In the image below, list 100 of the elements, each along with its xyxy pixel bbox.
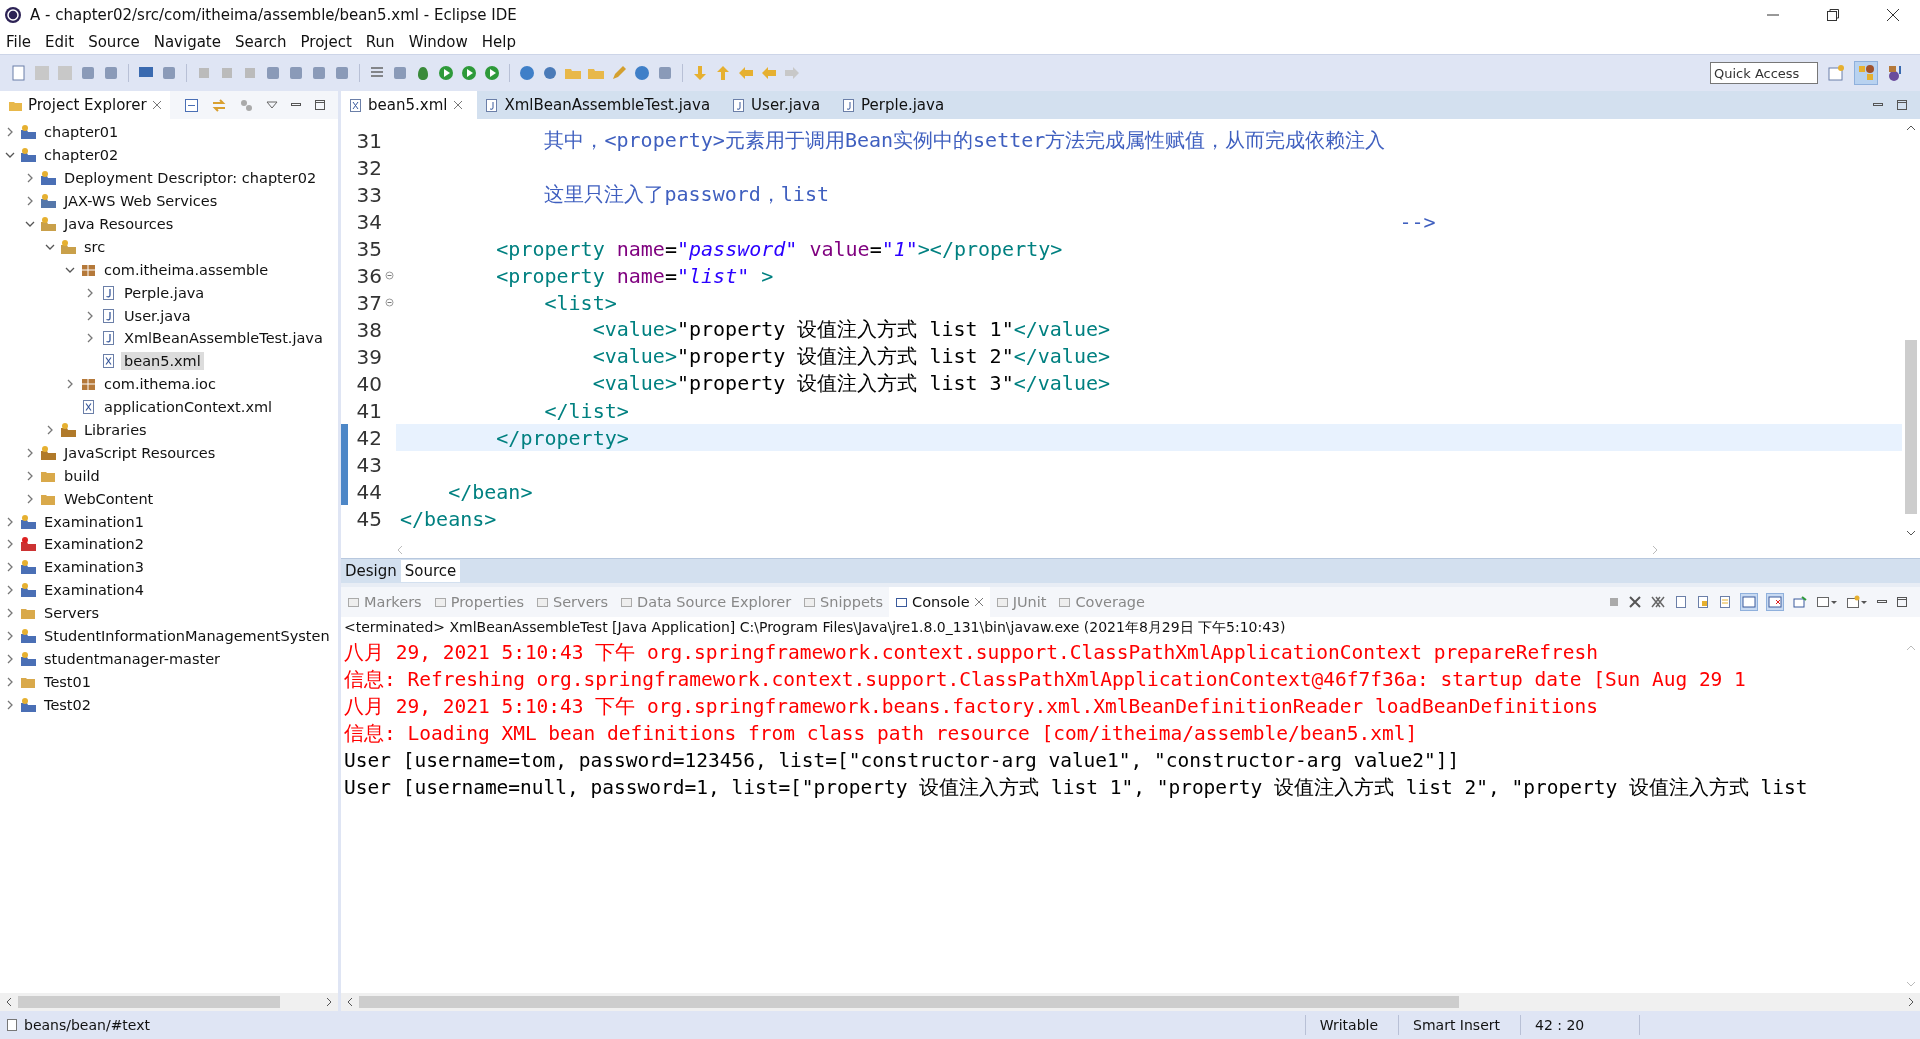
line-number: 37 (355, 290, 382, 315)
remove-all-icon[interactable] (1650, 595, 1666, 609)
file-icon (842, 97, 856, 113)
toolbar-run-icon[interactable] (437, 64, 455, 82)
java-ee-perspective-icon[interactable] (1854, 61, 1878, 85)
line-number: 35 (355, 236, 382, 261)
new-console-icon[interactable] (1846, 595, 1868, 609)
toolbar-tool-icon[interactable] (160, 64, 178, 82)
toolbar-globe-icon[interactable] (518, 64, 536, 82)
tree-item[interactable]: Servers (41, 604, 103, 623)
tree-item[interactable]: Examination3 (41, 558, 147, 577)
fold-icon[interactable] (384, 271, 394, 280)
menu-item[interactable]: Project (300, 33, 352, 51)
view-tab[interactable]: Console (889, 587, 990, 617)
tree-item[interactable]: Test01 (41, 672, 94, 691)
toolbar-tool-icon[interactable] (310, 64, 328, 82)
code-line: <value>"property 设值注入方式 list 2"</value> (591, 343, 1111, 370)
tree-item[interactable]: StudentInformationManagementSysten (41, 627, 333, 646)
quick-access-field[interactable]: Quick Access (1710, 62, 1818, 84)
project-explorer-tab[interactable]: Project Explorer (0, 91, 170, 119)
scroll-left-icon[interactable] (4, 997, 14, 1007)
tree-item[interactable]: Deployment Descriptor: chapter02 (61, 169, 320, 188)
status-insert-mode: Smart Insert (1398, 1015, 1514, 1035)
editor-mode-tab[interactable]: Design (341, 560, 401, 582)
menu-item[interactable]: Search (235, 33, 287, 51)
tree-item[interactable]: JAX-WS Web Services (61, 192, 221, 211)
tree-item[interactable]: User.java (121, 306, 194, 325)
remove-launch-icon[interactable] (1628, 595, 1642, 609)
tree-item[interactable]: com.itheima.assemble (101, 260, 272, 279)
menu-item[interactable]: File (6, 33, 32, 51)
tree-item[interactable]: src (81, 237, 109, 256)
project-icon (20, 147, 37, 164)
tree-item[interactable]: WebContent (61, 489, 157, 508)
tree-item[interactable]: studentmanager-master (41, 649, 224, 668)
tree-item[interactable]: bean5.xml (121, 352, 204, 371)
tree-item[interactable]: Examination2 (41, 535, 147, 554)
tree-item[interactable]: Examination4 (41, 581, 147, 600)
tree-item[interactable]: Perple.java (121, 283, 208, 302)
editor-mode-tab[interactable]: Source (400, 560, 461, 582)
scroll-right-icon[interactable] (324, 997, 334, 1007)
toolbar-tool-icon[interactable] (333, 64, 351, 82)
console-line: 八月 29, 2021 5:10:43 下午 org.springframework.context.support.ClassPathXmlApplicationContext prepareRefresh (344, 640, 1599, 666)
maximize-icon[interactable] (1826, 8, 1840, 22)
line-number: 44 (355, 479, 382, 504)
tree-item[interactable]: Test02 (41, 695, 94, 714)
tree-item[interactable]: Libraries (81, 421, 150, 439)
fold-icon[interactable] (384, 298, 394, 307)
display-console-icon[interactable] (1816, 595, 1838, 609)
project-icon (20, 124, 37, 141)
project-icon (20, 650, 37, 667)
code-line: </list> (543, 398, 629, 423)
scroll-down-icon[interactable] (1906, 528, 1916, 538)
toolbar-run-icon[interactable] (483, 64, 501, 82)
toolbar-run-icon[interactable] (460, 64, 478, 82)
maximize-icon[interactable] (1896, 99, 1908, 111)
tree-item[interactable]: XmlBeanAssembleTest.java (121, 329, 326, 348)
menu-item[interactable]: Edit (45, 33, 75, 51)
window-title: A - chapter02/src/com/itheima/assemble/bean5.xml - Eclipse IDE (30, 6, 517, 24)
tree-item[interactable]: Examination1 (41, 512, 147, 531)
scroll-up-icon[interactable] (1906, 123, 1916, 133)
editor-tab[interactable]: bean5.xml (341, 91, 478, 119)
menu-item[interactable]: Help (481, 33, 516, 51)
editor-tab[interactable]: User.java (724, 91, 835, 119)
tree-item[interactable]: build (61, 466, 103, 485)
menu-item[interactable]: Run (365, 33, 395, 51)
status-writable: Writable (1304, 1015, 1393, 1035)
toolbar-tool-icon[interactable] (656, 64, 674, 82)
console-output-icon[interactable] (1740, 593, 1758, 611)
tree-item[interactable]: chapter02 (41, 146, 122, 165)
scroll-right-icon[interactable] (1906, 997, 1916, 1007)
collapse-all-icon[interactable] (184, 97, 199, 113)
project-icon (40, 170, 57, 187)
document-icon[interactable] (1718, 595, 1732, 609)
console-error-icon[interactable] (1766, 593, 1784, 611)
toolbar-tool-icon[interactable] (391, 64, 409, 82)
view-icon (803, 595, 817, 609)
maximize-icon[interactable] (1896, 596, 1908, 608)
tree-item[interactable]: com.ithema.ioc (101, 375, 219, 394)
tree-item[interactable]: Java Resources (61, 215, 177, 233)
scroll-left-icon[interactable] (345, 997, 355, 1007)
toolbar-globe-icon[interactable] (633, 64, 651, 82)
tree-item[interactable]: chapter01 (41, 123, 122, 142)
document-icon[interactable] (1696, 595, 1710, 609)
code-line: 这里只注入了password，list (543, 181, 829, 208)
tree-item[interactable]: JavaScript Resources (61, 443, 219, 462)
menu-item[interactable]: Navigate (153, 33, 221, 51)
editor-tab[interactable]: Perple.java (834, 91, 959, 119)
toolbar-tool-icon[interactable] (264, 64, 282, 82)
document-icon[interactable] (1674, 595, 1688, 609)
menu-item[interactable]: Window (408, 33, 468, 51)
project-icon (20, 536, 37, 553)
maximize-icon[interactable] (314, 99, 326, 111)
editor-tab[interactable]: XmlBeanAssembleTest.java (477, 91, 725, 119)
view-menu-icon[interactable] (266, 100, 278, 110)
tree-item[interactable]: applicationContext.xml (101, 398, 276, 417)
file-icon (6, 1018, 18, 1032)
project-icon (20, 628, 37, 645)
toolbar-tool-icon[interactable] (287, 64, 305, 82)
menu-item[interactable]: Source (88, 33, 140, 51)
close-icon[interactable] (1886, 8, 1900, 22)
